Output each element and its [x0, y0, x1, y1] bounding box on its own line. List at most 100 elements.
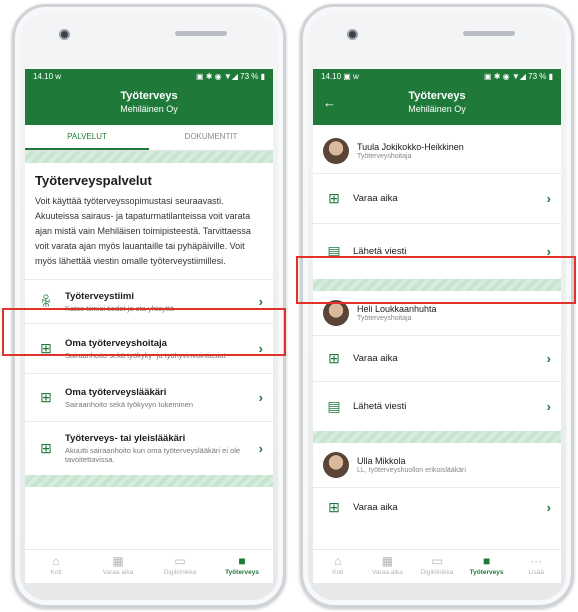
section-title: Työterveyspalvelut	[35, 173, 152, 188]
page-subtitle: Mehiläinen Oy	[408, 104, 466, 114]
nav-digiklinikka[interactable]: ▭ Digiklinikka	[149, 550, 211, 583]
calendar-plus-icon: ⊞	[328, 350, 340, 366]
action-label: Varaa aika	[353, 502, 398, 513]
status-icons: ▣ ✱ ◉ ▼◢ 73 % ▮	[195, 71, 265, 81]
team-icon: ꆜ	[40, 293, 52, 310]
app-bar: Työterveys Mehiläinen Oy	[25, 83, 273, 125]
more-icon: ···	[530, 554, 543, 568]
message-icon: ▤	[327, 243, 341, 259]
item-title: Työterveystiimi	[65, 290, 134, 302]
person-role: LL, työterveyshuollon erikoislääkäri	[357, 467, 466, 474]
action-label: Lähetä viesti	[353, 246, 407, 257]
item-subtitle: Sairaanhoito sekä työkyvyn tukeminen	[65, 399, 193, 409]
calendar-plus-icon: ⊞	[328, 499, 340, 515]
nav-label: Varaa aika	[372, 569, 403, 576]
person-card: Tuula Jokikokko-Heikkinen Työterveyshoita…	[313, 129, 561, 173]
page-title: Työterveys	[408, 90, 466, 102]
screen-right: 14.10 ▣ w ▣ ✱ ◉ ▼◢ 73 % ▮ ← Työterveys M…	[313, 69, 561, 583]
status-icons: ▣ ✱ ◉ ▼◢ 73 % ▮	[483, 71, 553, 81]
tab-dokumentit[interactable]: DOKUMENTIT	[149, 125, 273, 150]
avatar	[323, 300, 349, 326]
action-label: Lähetä viesti	[353, 401, 407, 412]
decorative-wave	[313, 279, 561, 291]
nav-label: Työterveys	[469, 569, 504, 576]
nav-tyoterveys[interactable]: ■ Työterveys	[462, 550, 512, 583]
home-icon: ⌂	[334, 554, 342, 568]
speaker	[463, 31, 515, 36]
screen-left: 14.10 w ▣ ✱ ◉ ▼◢ 73 % ▮ Työterveys Mehil…	[25, 69, 273, 583]
status-bar: 14.10 ▣ w ▣ ✱ ◉ ▼◢ 73 % ▮	[313, 69, 561, 83]
camera	[347, 29, 358, 40]
bottom-nav: ⌂ Koti ▦ Varaa aika ▭ Digiklinikka ■ Työterv…	[25, 549, 273, 583]
briefcase-icon: ■	[238, 554, 246, 568]
briefcase-icon: ■	[482, 554, 491, 568]
nav-tyoterveys[interactable]: ■ Työterveys	[211, 550, 273, 583]
action-label: Varaa aika	[353, 353, 398, 364]
nav-varaa-aika[interactable]: ▦ Varaa aika	[363, 550, 413, 583]
decorative-wave	[313, 431, 561, 443]
calendar-icon: ▦	[112, 554, 124, 568]
status-bar: 14.10 w ▣ ✱ ◉ ▼◢ 73 % ▮	[25, 69, 273, 83]
book-button[interactable]: ⊞ Varaa aika ›	[313, 487, 561, 527]
nav-digiklinikka[interactable]: ▭ Digiklinikka	[412, 550, 462, 583]
page-title: Työterveys	[120, 90, 178, 102]
person-role: Työterveyshoitaja	[357, 153, 412, 160]
message-button[interactable]: ▤ Lähetä viesti ›	[313, 381, 561, 431]
nav-koti[interactable]: ⌂ Koti	[25, 550, 87, 583]
message-button[interactable]: ▤ Lähetä viesti ›	[313, 223, 561, 279]
book-button[interactable]: ⊞ Varaa aika ›	[313, 335, 561, 381]
item-title: Työterveys- tai yleislääkäri	[65, 433, 186, 444]
chevron-right-icon: ›	[546, 500, 551, 515]
person-card: Heli Loukkaanhuhta Työterveyshoitaja	[313, 291, 561, 335]
calendar-icon: ▦	[381, 554, 394, 568]
back-arrow-icon[interactable]: ←	[323, 95, 336, 110]
decorative-wave	[25, 475, 273, 487]
nav-lisaa[interactable]: ··· Lisää	[511, 550, 561, 583]
nav-label: Koti	[50, 569, 62, 576]
chevron-right-icon: ›	[546, 244, 551, 259]
list-item-yleislaakari[interactable]: ⊞ Työterveys- tai yleislääkäri Akuutti sa…	[25, 421, 273, 475]
home-icon: ⌂	[52, 554, 60, 568]
list-item-laakari[interactable]: ⊞ Oma työterveyslääkäri Sairaanhoito sekä…	[25, 373, 273, 421]
nav-varaa-aika[interactable]: ▦ Varaa aika	[87, 550, 149, 583]
item-subtitle: Sairaanhoito sekä työkyky- ja työhyvinvo…	[65, 350, 226, 360]
person-name: Ulla Mikkola	[357, 456, 406, 466]
speaker	[175, 31, 227, 36]
nav-label: Digiklinikka	[163, 569, 197, 576]
tab-bar: PALVELUT DOKUMENTIT	[25, 125, 273, 151]
nav-koti[interactable]: ⌂ Koti	[313, 550, 363, 583]
chat-icon: ▭	[174, 554, 186, 568]
person-name: Heli Loukkaanhuhta	[357, 304, 437, 314]
nav-label: Digiklinikka	[420, 569, 454, 576]
chevron-right-icon: ›	[258, 390, 263, 405]
calendar-plus-icon: ⊞	[328, 190, 340, 206]
page-subtitle: Mehiläinen Oy	[120, 104, 178, 114]
status-time: 14.10	[33, 71, 54, 81]
app-bar: ← Työterveys Mehiläinen Oy	[313, 83, 561, 125]
nav-label: Työterveys	[225, 569, 259, 576]
calendar-plus-icon: ⊞	[40, 389, 52, 405]
tab-palvelut[interactable]: PALVELUT	[25, 125, 149, 150]
notification-icon: w	[55, 71, 62, 81]
item-subtitle: Katso tiimisi tiedot ja ota yhteyttä	[65, 303, 175, 313]
calendar-plus-icon: ⊞	[40, 440, 52, 456]
person-card: Ulla Mikkola LL, työterveyshuollon erikoi…	[313, 443, 561, 487]
phone-left: 14.10 w ▣ ✱ ◉ ▼◢ 73 % ▮ Työterveys Mehil…	[12, 4, 286, 608]
message-icon: ▤	[327, 398, 341, 414]
camera	[59, 29, 70, 40]
list-item-tiimi[interactable]: ꆜ Työterveystiimi Katso tiimisi tiedot ja…	[25, 279, 273, 323]
list-item-hoitaja[interactable]: ⊞ Oma työterveyshoitaja Sairaanhoito sekä…	[25, 323, 273, 373]
chevron-right-icon: ›	[258, 294, 263, 309]
chevron-right-icon: ›	[258, 441, 263, 456]
chevron-right-icon: ›	[258, 341, 263, 356]
action-label: Varaa aika	[353, 193, 398, 204]
person-name: Tuula Jokikokko-Heikkinen	[357, 142, 464, 152]
decorative-wave	[25, 151, 273, 163]
bottom-nav: ⌂ Koti ▦ Varaa aika ▭ Digiklinikka ■ Työterv…	[313, 549, 561, 583]
nav-label: Lisää	[528, 569, 544, 576]
status-time: 14.10	[321, 71, 342, 81]
item-title: Oma työterveyslääkäri	[65, 386, 167, 398]
book-button[interactable]: ⊞ Varaa aika ›	[313, 173, 561, 223]
calendar-plus-icon: ⊞	[40, 340, 52, 356]
chevron-right-icon: ›	[546, 399, 551, 414]
